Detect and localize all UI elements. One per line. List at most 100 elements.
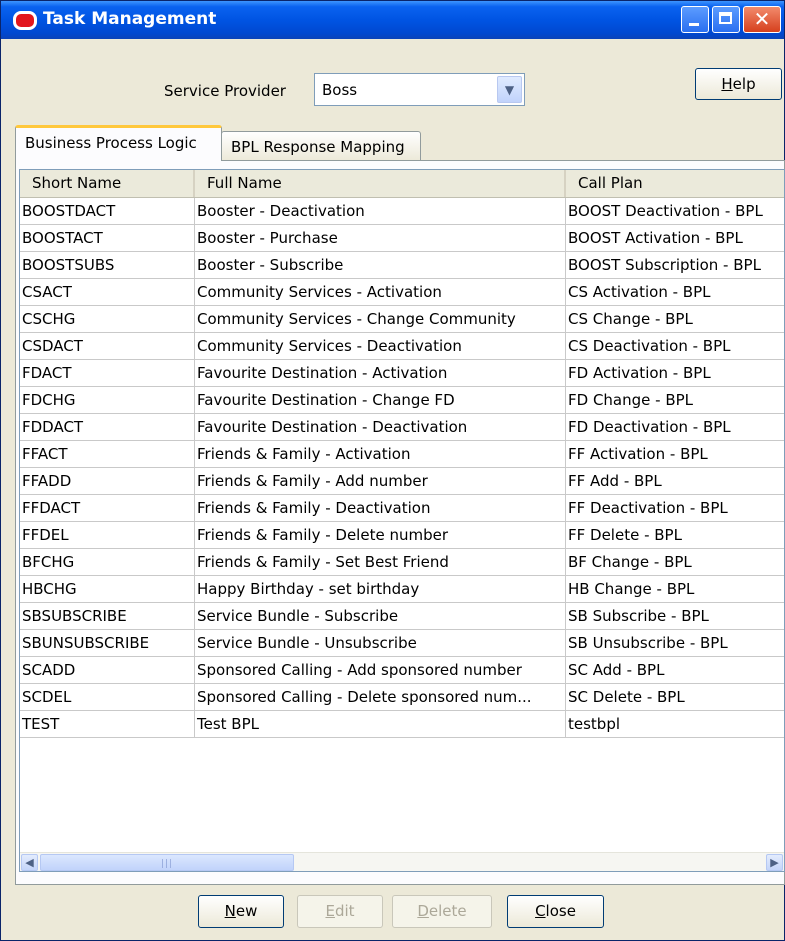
short-name-cell: SBUNSUBSCRIBE [20,630,195,656]
table-row[interactable]: FFACT Friends & Family - Activation FF Act… [20,441,784,468]
short-name-cell: SCADD [20,657,195,683]
chevron-down-icon[interactable]: ▼ [497,76,522,103]
table-row[interactable]: HBCHG Happy Birthday - set birthday HB Cha… [20,576,784,603]
short-name-cell: BOOSTDACT [20,198,195,224]
table-row[interactable]: FDACT Favourite Destination - Activation F… [20,360,784,387]
short-name-cell: FFDACT [20,495,195,521]
table-row[interactable]: SBUNSUBSCRIBE Service Bundle - Unsubscrib… [20,630,784,657]
oracle-logo-icon [13,11,37,30]
table-row[interactable]: BOOSTDACT Booster - Deactivation BOOST Dea… [20,198,784,225]
close-button[interactable]: Close [507,895,604,928]
full-name-cell: Service Bundle - Unsubscribe [195,630,566,656]
full-name-cell: Service Bundle - Subscribe [195,603,566,629]
scroll-left-icon[interactable]: ◀ [21,854,38,871]
short-name-cell: FDCHG [20,387,195,413]
table-row[interactable]: TEST Test BPL testbpl [20,711,784,738]
service-provider-value: Boss [322,81,358,99]
full-name-cell: Booster - Deactivation [195,198,566,224]
short-name-cell: TEST [20,711,195,737]
short-name-cell: CSCHG [20,306,195,332]
short-name-cell: SCDEL [20,684,195,710]
button-mnemonic: N [224,902,236,920]
tab-label: Business Process Logic [25,134,197,152]
button-mnemonic: E [325,902,335,920]
full-name-cell: Booster - Subscribe [195,252,566,278]
table-row[interactable]: FFDACT Friends & Family - Deactivation FF … [20,495,784,522]
table-row[interactable]: CSACT Community Services - Activation CS A… [20,279,784,306]
button-label-rest: dit [334,902,355,920]
minimize-button[interactable] [681,6,709,33]
call-plan-cell: FF Delete - BPL [568,526,682,544]
short-name-cell: FDACT [20,360,195,386]
full-name-cell: Favourite Destination - Change FD [195,387,566,413]
edit-button[interactable]: Edit [297,895,383,928]
close-window-button[interactable]: ✕ [743,6,781,33]
call-plan-cell: FF Add - BPL [568,472,662,490]
button-label-rest: lose [545,902,576,920]
title-bar[interactable]: Task Management ✕ [1,1,784,39]
full-name-cell: Community Services - Activation [195,279,566,305]
call-plan-cell: CS Activation - BPL [568,283,711,301]
grip-icon: ||| [161,859,174,869]
call-plan-cell: SC Add - BPL [568,661,665,679]
tab-bpl-response-mapping[interactable]: BPL Response Mapping [221,131,421,161]
full-name-cell: Friends & Family - Activation [195,441,566,467]
table-row[interactable]: CSCHG Community Services - Change Communi… [20,306,784,333]
full-name-cell: Happy Birthday - set birthday [195,576,566,602]
short-name-cell: CSACT [20,279,195,305]
call-plan-cell: BOOST Deactivation - BPL [568,202,763,220]
full-name-cell: Sponsored Calling - Delete sponsored num… [195,684,566,710]
table-row[interactable]: CSDACT Community Services - Deactivation C… [20,333,784,360]
table-row[interactable]: FFDEL Friends & Family - Delete number FF … [20,522,784,549]
service-provider-select[interactable]: Boss ▼ [314,73,525,106]
table-row[interactable]: SBSUBSCRIBE Service Bundle - Subscribe SB … [20,603,784,630]
full-name-cell: Friends & Family - Add number [195,468,566,494]
short-name-cell: CSDACT [20,333,195,359]
table-row[interactable]: BOOSTACT Booster - Purchase BOOST Activati… [20,225,784,252]
call-plan-cell: BF Change - BPL [568,553,692,571]
close-icon: ✕ [753,7,771,31]
call-plan-cell: HB Change - BPL [568,580,695,598]
full-name-cell: Friends & Family - Deactivation [195,495,566,521]
table-header: Short Name Full Name Call Plan [20,170,784,198]
full-name-cell: Booster - Purchase [195,225,566,251]
table-row[interactable]: FFADD Friends & Family - Add number FF Add… [20,468,784,495]
table-row[interactable]: BFCHG Friends & Family - Set Best Friend B… [20,549,784,576]
full-name-cell: Community Services - Change Community [195,306,566,332]
full-name-cell: Favourite Destination - Deactivation [195,414,566,440]
call-plan-cell: FF Activation - BPL [568,445,708,463]
horizontal-scrollbar[interactable]: ◀ ||| ▶ [20,852,784,871]
column-header-call-plan[interactable]: Call Plan [566,170,784,197]
call-plan-cell: BOOST Activation - BPL [568,229,743,247]
scrollbar-thumb[interactable]: ||| [40,854,294,871]
help-button[interactable]: Help [695,68,782,100]
full-name-cell: Community Services - Deactivation [195,333,566,359]
button-mnemonic: C [535,902,546,920]
call-plan-cell: SB Unsubscribe - BPL [568,634,728,652]
delete-button[interactable]: Delete [392,895,492,928]
short-name-cell: BFCHG [20,549,195,575]
tab-business-process-logic[interactable]: Business Process Logic [15,125,222,161]
new-button[interactable]: New [198,895,284,928]
tab-panel: Short Name Full Name Call Plan BOOSTDACT… [15,160,785,885]
table-row[interactable]: BOOSTSUBS Booster - Subscribe BOOST Subscr… [20,252,784,279]
table-row[interactable]: FDCHG Favourite Destination - Change FD FD… [20,387,784,414]
full-name-cell: Friends & Family - Delete number [195,522,566,548]
full-name-cell: Friends & Family - Set Best Friend [195,549,566,575]
table-row[interactable]: SCDEL Sponsored Calling - Delete sponsore… [20,684,784,711]
call-plan-cell: BOOST Subscription - BPL [568,256,761,274]
maximize-button[interactable] [712,6,740,33]
help-label-rest: elp [732,75,756,93]
bpl-table[interactable]: Short Name Full Name Call Plan BOOSTDACT… [19,169,785,872]
call-plan-cell: SB Subscribe - BPL [568,607,709,625]
call-plan-cell: FD Change - BPL [568,391,694,409]
scroll-right-icon[interactable]: ▶ [766,854,783,871]
column-header-full-name[interactable]: Full Name [195,170,566,197]
table-row[interactable]: SCADD Sponsored Calling - Add sponsored n… [20,657,784,684]
minimize-icon [689,23,699,26]
table-row[interactable]: FDDACT Favourite Destination - Deactivati… [20,414,784,441]
column-header-short-name[interactable]: Short Name [20,170,195,197]
short-name-cell: FFACT [20,441,195,467]
button-label-rest: ew [235,902,258,920]
full-name-cell: Favourite Destination - Activation [195,360,566,386]
